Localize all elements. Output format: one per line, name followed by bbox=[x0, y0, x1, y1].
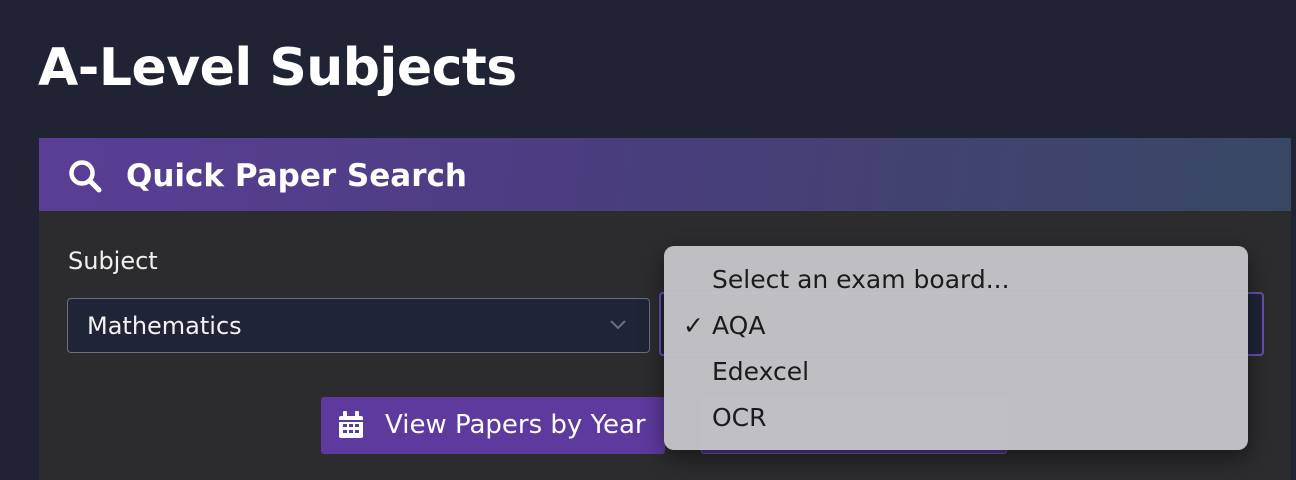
card-header: Quick Paper Search bbox=[39, 138, 1291, 211]
exam-board-dropdown: Select an exam board... ✓ AQA Edexcel OC… bbox=[664, 246, 1248, 450]
dropdown-option-label: OCR bbox=[712, 403, 767, 432]
subject-select-value: Mathematics bbox=[87, 312, 242, 340]
dropdown-option-ocr[interactable]: OCR bbox=[664, 395, 1248, 441]
dropdown-option-placeholder[interactable]: Select an exam board... bbox=[664, 257, 1248, 303]
dropdown-option-label: Edexcel bbox=[712, 357, 810, 386]
dropdown-option-label: Select an exam board... bbox=[712, 265, 1010, 294]
subject-select[interactable]: Mathematics bbox=[67, 298, 650, 353]
page: A-Level Subjects Quick Paper Search Subj… bbox=[0, 0, 1296, 480]
calendar-icon bbox=[339, 411, 363, 438]
card-header-title: Quick Paper Search bbox=[126, 158, 467, 194]
search-icon bbox=[69, 160, 102, 193]
subject-label: Subject bbox=[68, 247, 158, 275]
view-papers-label: View Papers by Year bbox=[385, 410, 646, 440]
page-title: A-Level Subjects bbox=[38, 38, 517, 98]
dropdown-option-label: AQA bbox=[712, 311, 766, 340]
dropdown-option-edexcel[interactable]: Edexcel bbox=[664, 349, 1248, 395]
checkmark-icon: ✓ bbox=[683, 311, 704, 340]
chevron-down-icon bbox=[610, 320, 626, 330]
dropdown-option-aqa[interactable]: ✓ AQA bbox=[664, 303, 1248, 349]
view-papers-by-year-button[interactable]: View Papers by Year bbox=[321, 397, 665, 454]
